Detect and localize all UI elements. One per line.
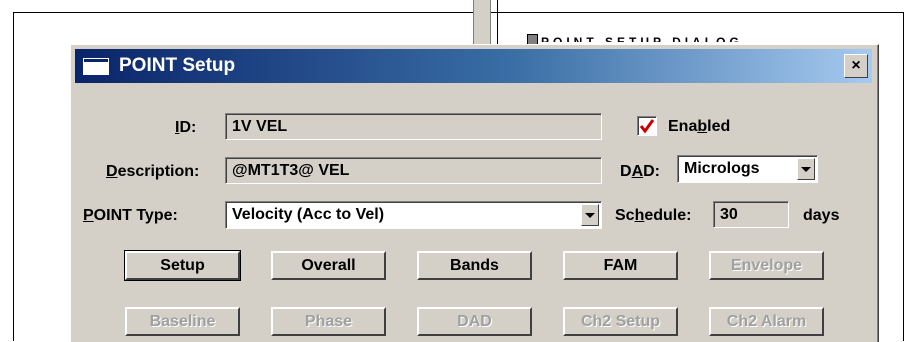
envelope-button[interactable]: Envelope <box>709 251 824 280</box>
dialog-title: POINT Setup <box>119 55 236 76</box>
dad-dropdown-button[interactable] <box>797 158 815 180</box>
dad-label: DAD: <box>620 163 661 180</box>
setup-button[interactable]: Setup <box>124 250 241 281</box>
description-field[interactable]: @MT1T3@ VEL <box>225 157 602 184</box>
enabled-label[interactable]: Enabled <box>668 118 730 136</box>
splitter-bar[interactable] <box>473 0 491 45</box>
dad-select[interactable]: Micrologs <box>677 155 818 183</box>
schedule-unit: days <box>803 207 840 224</box>
description-label: Description: <box>106 163 200 180</box>
schedule-field[interactable]: 30 <box>713 201 789 228</box>
bands-button[interactable]: Bands <box>417 251 532 280</box>
baseline-button[interactable]: Baseline <box>125 307 240 336</box>
id-label: ID: <box>175 119 197 136</box>
point-type-select[interactable]: Velocity (Acc to Vel) <box>225 201 602 229</box>
tree-connector-line <box>497 0 498 45</box>
chevron-down-icon <box>585 212 595 218</box>
schedule-label: Schedule: <box>615 207 692 224</box>
background-window-border-left <box>13 12 14 341</box>
check-mark-icon <box>639 119 655 134</box>
point-setup-dialog: POINT Setup × ID: 1V VEL Enabled Descrip… <box>70 44 879 342</box>
chevron-down-icon <box>801 166 811 172</box>
ch2-alarm-button[interactable]: Ch2 Alarm <box>709 307 824 336</box>
dad-button[interactable]: DAD <box>417 307 532 336</box>
phase-button[interactable]: Phase <box>271 307 386 336</box>
point-type-label: POINT Type: <box>83 207 178 224</box>
background-window-border-right <box>903 12 904 341</box>
enabled-checkbox[interactable] <box>637 116 657 136</box>
overall-button[interactable]: Overall <box>271 251 386 280</box>
point-type-dropdown-button[interactable] <box>581 204 599 226</box>
dialog-titlebar[interactable]: POINT Setup × <box>75 49 872 83</box>
background-tree-view: POINT SETUP DIALOG <box>440 0 820 45</box>
ch2-setup-button[interactable]: Ch2 Setup <box>563 307 678 336</box>
window-icon <box>83 57 109 75</box>
tree-item-label: POINT SETUP DIALOG <box>541 36 743 42</box>
tree-node-icon <box>527 33 538 45</box>
id-field[interactable]: 1V VEL <box>225 113 602 140</box>
fam-button[interactable]: FAM <box>563 251 678 280</box>
close-button[interactable]: × <box>844 54 868 78</box>
